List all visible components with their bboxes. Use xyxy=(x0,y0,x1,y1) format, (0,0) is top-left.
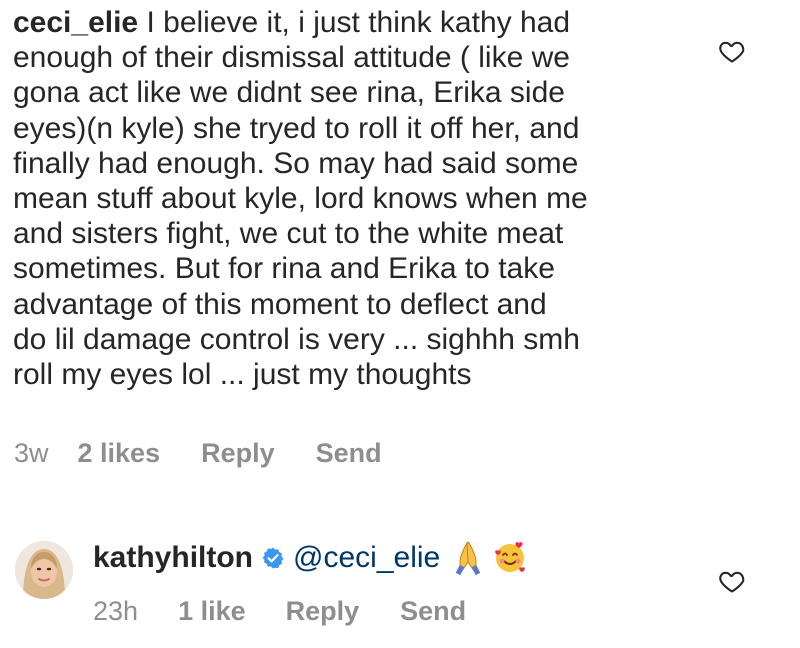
comment-username[interactable]: ceci_elie xyxy=(13,6,138,39)
heart-outline-icon[interactable] xyxy=(717,37,747,65)
verified-badge-icon xyxy=(262,547,284,569)
avatar[interactable] xyxy=(15,541,73,599)
folded-hands-emoji xyxy=(455,541,481,576)
reply-username[interactable]: kathyhilton xyxy=(93,540,253,576)
reply-likes-count[interactable]: 1 like xyxy=(178,596,246,627)
mention-link[interactable]: @ceci_elie xyxy=(293,540,440,576)
send-button[interactable]: Send xyxy=(400,596,466,627)
reply-body: kathyhilton @ceci_elie xyxy=(93,540,528,576)
reply-button[interactable]: Reply xyxy=(201,438,275,469)
comment-item: ceci_elie I believe it, i just think kat… xyxy=(13,5,703,392)
comment-meta-row: 3w 2 likes Reply Send xyxy=(14,438,382,469)
reply-timestamp: 23h xyxy=(93,596,139,626)
comment-text: I believe it, i just think kathy had eno… xyxy=(13,6,588,392)
comment-timestamp: 3w xyxy=(14,438,49,468)
smiling-face-with-hearts-emoji xyxy=(495,542,526,572)
reply-button[interactable]: Reply xyxy=(286,596,360,627)
avatar-image xyxy=(15,541,73,599)
send-button[interactable]: Send xyxy=(316,438,382,469)
comment-likes-count[interactable]: 2 likes xyxy=(78,438,161,469)
emoji-group xyxy=(450,540,528,576)
reply-meta-row: 23h 1 like Reply Send xyxy=(93,596,466,627)
comment-body: ceci_elie I believe it, i just think kat… xyxy=(13,5,703,392)
reply-item: kathyhilton @ceci_elie 23h 1 like Reply … xyxy=(13,520,773,640)
heart-outline-icon[interactable] xyxy=(717,567,747,595)
